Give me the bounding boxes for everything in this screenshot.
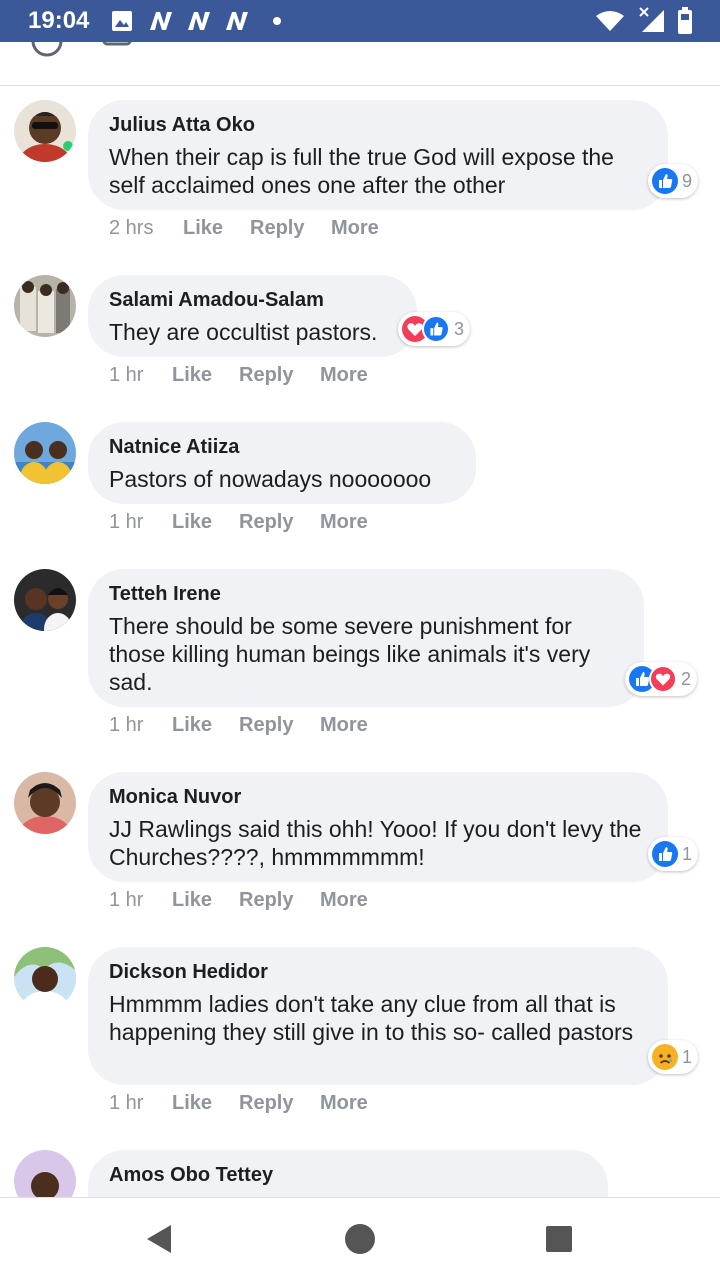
more-button[interactable]: More — [320, 364, 368, 387]
dot-icon — [273, 17, 281, 25]
comment-text: Hmmmm ladies don't take any clue from al… — [109, 991, 634, 1045]
post-actions-bar — [0, 42, 720, 86]
comment-time[interactable]: 2 hrs — [109, 217, 153, 240]
avatar[interactable] — [14, 772, 76, 834]
like-button[interactable]: Like — [172, 714, 212, 737]
comment-bubble[interactable]: Amos Obo Tettey — [88, 1150, 608, 1197]
wifi-icon — [596, 11, 624, 31]
reply-button[interactable]: Reply — [239, 714, 293, 737]
avatar[interactable] — [14, 947, 76, 1009]
avatar[interactable] — [14, 422, 76, 484]
comment-author[interactable]: Natnice Atiiza — [109, 434, 454, 460]
like-reaction-icon — [422, 315, 450, 343]
status-bar: 19:04 — [0, 0, 720, 42]
avatar[interactable] — [14, 1150, 76, 1197]
comment-author[interactable]: Dickson Hedidor — [109, 959, 646, 985]
comment-bubble[interactable]: Julius Atta Oko When their cap is full t… — [88, 100, 668, 210]
avatar[interactable] — [14, 569, 76, 631]
news-notification-icon — [226, 12, 248, 30]
reaction-summary[interactable]: 1 — [648, 1040, 699, 1074]
comment-author[interactable]: Salami Amadou-Salam — [109, 287, 395, 313]
reaction-summary[interactable]: 9 — [648, 164, 699, 198]
reaction-count: 2 — [681, 668, 692, 689]
comment-time[interactable]: 1 hr — [109, 364, 143, 387]
reaction-summary[interactable]: 1 — [648, 837, 699, 871]
reply-button[interactable]: Reply — [239, 889, 293, 912]
reply-button[interactable]: Reply — [239, 1092, 293, 1115]
reply-button[interactable]: Reply — [239, 364, 293, 387]
battery-icon — [678, 7, 692, 34]
sad-reaction-icon — [652, 1044, 678, 1070]
reaction-summary[interactable]: 3 — [398, 312, 471, 346]
comment-author[interactable]: Julius Atta Oko — [109, 112, 646, 138]
avatar[interactable] — [14, 275, 76, 337]
comment-time[interactable]: 1 hr — [109, 714, 143, 737]
comment-time[interactable]: 1 hr — [109, 1092, 143, 1115]
comment-text: When their cap is full the true God will… — [109, 144, 614, 198]
love-reaction-icon — [649, 665, 677, 693]
like-button[interactable]: Like — [172, 1092, 212, 1115]
comment-bubble[interactable]: Tetteh Irene There should be some severe… — [88, 569, 644, 707]
comment: Amos Obo Tettey — [0, 1150, 720, 1197]
comment-text: JJ Rawlings said this ohh! Yooo! If you … — [109, 816, 642, 870]
comment-time[interactable]: 1 hr — [109, 889, 143, 912]
status-time: 19:04 — [28, 7, 90, 34]
comment-bubble[interactable]: Monica Nuvor JJ Rawlings said this ohh! … — [88, 772, 668, 882]
like-reaction-icon — [652, 841, 678, 867]
comment-bubble[interactable]: Dickson Hedidor Hmmmm ladies don't take … — [88, 947, 668, 1085]
recents-icon[interactable] — [545, 1225, 573, 1253]
like-button[interactable]: Like — [172, 889, 212, 912]
comment-text: Pastors of nowadays nooooooo — [109, 466, 432, 492]
reply-button[interactable]: Reply — [250, 217, 304, 240]
reaction-summary[interactable]: 2 — [625, 662, 698, 696]
reply-button[interactable]: Reply — [239, 511, 293, 534]
home-icon[interactable] — [343, 1222, 377, 1256]
comment-icon[interactable] — [102, 42, 132, 46]
comment-time[interactable]: 1 hr — [109, 511, 143, 534]
reaction-count: 1 — [682, 843, 693, 864]
like-reaction-icon — [652, 168, 678, 194]
comment-author[interactable]: Amos Obo Tettey — [109, 1162, 586, 1188]
news-notification-icon — [188, 12, 210, 30]
more-button[interactable]: More — [331, 217, 379, 240]
back-icon[interactable] — [144, 1222, 174, 1256]
reaction-count: 9 — [682, 170, 693, 191]
more-button[interactable]: More — [320, 889, 368, 912]
more-button[interactable]: More — [320, 511, 368, 534]
comment-bubble[interactable]: Natnice Atiiza Pastors of nowadays noooo… — [88, 422, 476, 504]
like-button[interactable]: Like — [183, 217, 223, 240]
comment-author[interactable]: Monica Nuvor — [109, 784, 646, 810]
reaction-count: 3 — [454, 318, 465, 339]
comment-text: They are occultist pastors. — [109, 319, 378, 345]
avatar[interactable] — [14, 100, 76, 162]
like-button[interactable]: Like — [172, 511, 212, 534]
reaction-count: 1 — [682, 1046, 693, 1067]
like-button[interactable]: Like — [172, 364, 212, 387]
more-button[interactable]: More — [320, 714, 368, 737]
comment-author[interactable]: Tetteh Irene — [109, 581, 622, 607]
comment-text: There should be some severe punishment f… — [109, 613, 591, 695]
circle-icon[interactable] — [30, 42, 64, 58]
news-notification-icon — [150, 12, 172, 30]
signal-icon — [639, 7, 664, 32]
image-notification-icon — [112, 11, 132, 31]
navigation-bar — [0, 1197, 720, 1281]
more-button[interactable]: More — [320, 1092, 368, 1115]
comment-bubble[interactable]: Salami Amadou-Salam They are occultist p… — [88, 275, 417, 357]
